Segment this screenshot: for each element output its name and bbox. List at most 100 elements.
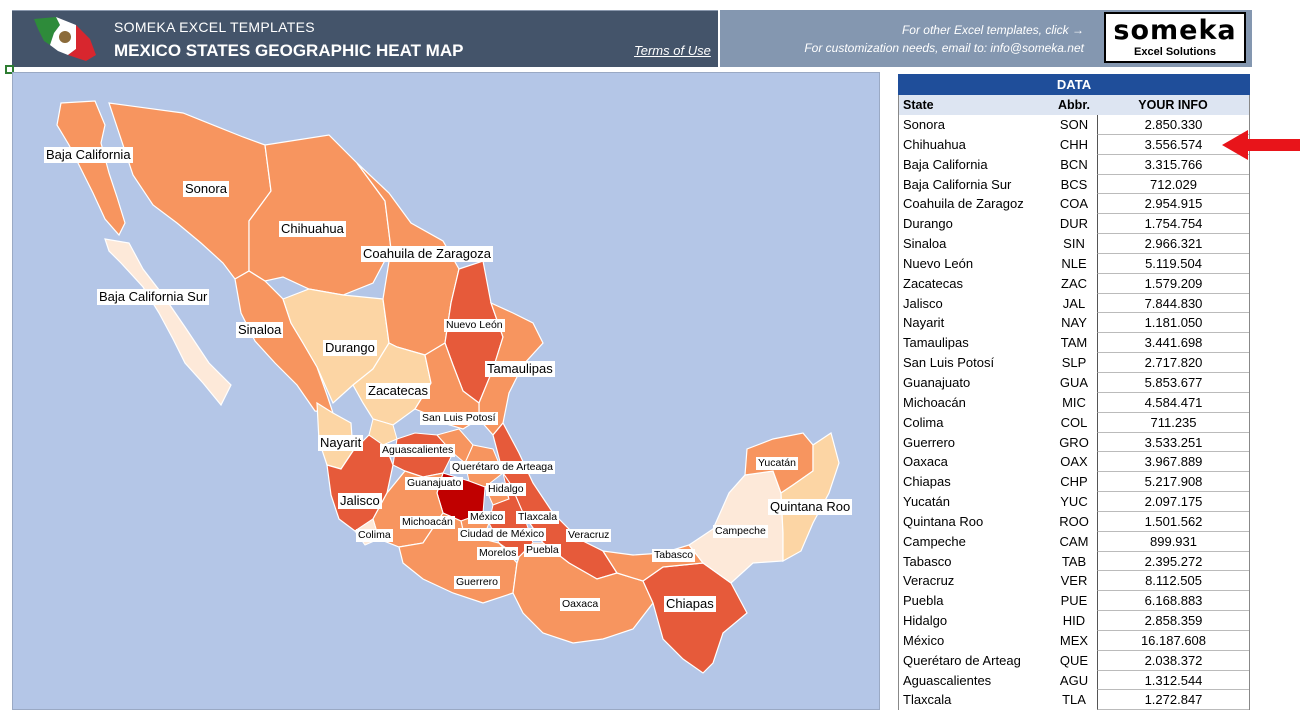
table-row: Puebla PUE 6.168.883 — [898, 591, 1250, 612]
abbr-cell: TLA — [1062, 692, 1086, 708]
abbr-cell: COL — [1060, 414, 1088, 430]
your-info-cell[interactable]: 2.858.359 — [1097, 611, 1249, 631]
map-label-quintana-roo: Quintana Roo — [768, 499, 853, 515]
state-cell: Nuevo León — [903, 255, 974, 271]
your-info-cell[interactable]: 899.931 — [1097, 531, 1249, 552]
table-row: Durango DUR 1.754.754 — [898, 214, 1250, 235]
other-templates-link[interactable]: For other Excel templates, click → — [902, 23, 1084, 37]
your-info-cell[interactable]: 2.966.321 — [1097, 234, 1249, 254]
page-title: MEXICO STATES GEOGRAPHIC HEAT MAP — [114, 41, 464, 60]
state-cell: Sonora — [903, 117, 945, 132]
abbr-cell: SLP — [1061, 355, 1087, 371]
your-info-cell[interactable]: 1.312.544 — [1097, 670, 1249, 691]
table-row: Chihuahua CHH 3.556.574 — [898, 134, 1250, 155]
your-info-cell[interactable]: 7.844.830 — [1097, 293, 1249, 314]
map-label-durango: Durango — [323, 340, 377, 356]
your-info-cell[interactable]: 2.717.820 — [1097, 353, 1249, 373]
your-info-cell[interactable]: 2.038.372 — [1097, 650, 1249, 671]
your-info-cell[interactable]: 1.272.847 — [1097, 690, 1249, 711]
logo-wordmark: someka — [1113, 15, 1237, 46]
data-table-title: DATA — [898, 74, 1250, 95]
state-cell: Nayarit — [903, 315, 945, 331]
table-row: Oaxaca OAX 3.967.889 — [898, 452, 1250, 473]
state-cell: Chiapas — [903, 474, 951, 490]
state-cell: San Luis Potosí — [903, 355, 995, 371]
your-info-cell[interactable]: 5.853.677 — [1097, 372, 1249, 393]
state-cell: Sinaloa — [903, 236, 947, 252]
your-info-cell[interactable]: 16.187.608 — [1097, 630, 1249, 651]
abbr-cell: TAM — [1060, 335, 1088, 351]
state-cell: Colima — [903, 414, 944, 430]
your-info-cell[interactable]: 5.217.908 — [1097, 472, 1249, 493]
table-row: Michoacán MIC 4.584.471 — [898, 392, 1250, 413]
your-info-cell[interactable]: 2.395.272 — [1097, 551, 1249, 572]
abbr-cell: TAB — [1061, 553, 1087, 569]
column-header-state: State — [903, 98, 934, 112]
state-cell: México — [903, 632, 945, 648]
abbr-cell: ZAC — [1061, 275, 1087, 291]
your-info-cell[interactable]: 6.168.883 — [1097, 591, 1249, 612]
your-info-cell[interactable]: 1.754.754 — [1097, 214, 1249, 235]
your-info-cell[interactable]: 3.533.251 — [1097, 432, 1249, 453]
your-info-cell[interactable]: 4.584.471 — [1097, 392, 1249, 413]
map-label-hidalgo: Hidalgo — [486, 483, 526, 496]
map-label-campeche: Campeche — [713, 525, 768, 538]
state-cell: Campeche — [903, 533, 966, 549]
map-label-sonora: Sonora — [183, 181, 229, 197]
map-label-sinaloa: Sinaloa — [236, 322, 284, 338]
your-info-cell[interactable]: 8.112.505 — [1097, 571, 1249, 592]
table-row: San Luis Potosí SLP 2.717.820 — [898, 353, 1250, 373]
your-info-cell[interactable]: 5.119.504 — [1097, 253, 1249, 274]
table-row: Aguascalientes AGU 1.312.544 — [898, 670, 1250, 691]
table-row: Chiapas CHP 5.217.908 — [898, 472, 1250, 493]
state-shape-bcs — [104, 238, 232, 407]
table-row: Quintana Roo ROO 1.501.562 — [898, 511, 1250, 532]
your-info-cell[interactable]: 3.967.889 — [1097, 452, 1249, 473]
abbr-cell: BCS — [1060, 176, 1088, 192]
logo-tagline: Excel Solutions — [1134, 46, 1216, 58]
abbr-cell: DUR — [1059, 216, 1089, 232]
table-row: Coahuila de Zaragoz COA 2.954.915 — [898, 194, 1250, 215]
someka-logo[interactable]: someka Excel Solutions — [1104, 12, 1246, 63]
state-cell: Hidalgo — [903, 613, 948, 629]
abbr-cell: CHH — [1059, 136, 1089, 152]
abbr-cell: NLE — [1061, 255, 1087, 271]
map-label-queretaro: Querétaro de Arteaga — [450, 461, 555, 474]
state-cell: Michoacán — [903, 394, 966, 410]
state-cell: Oaxaca — [903, 454, 948, 470]
table-row: Tlaxcala TLA 1.272.847 — [898, 690, 1250, 711]
map-label-oaxaca: Oaxaca — [560, 598, 601, 611]
state-cell: Durango — [903, 216, 953, 232]
table-row: Guerrero GRO 3.533.251 — [898, 432, 1250, 453]
map-label-guanajuato: Guanajuato — [405, 477, 464, 490]
your-info-cell[interactable]: 1.579.209 — [1097, 273, 1249, 294]
map-label-coahuila: Coahuila de Zaragoza — [361, 246, 493, 262]
terms-of-use-link[interactable]: Terms of Use — [634, 43, 711, 58]
your-info-cell[interactable]: 3.441.698 — [1097, 333, 1249, 354]
state-cell: Tabasco — [903, 553, 952, 569]
table-row: Nuevo León NLE 5.119.504 — [898, 253, 1250, 274]
state-cell: Veracruz — [903, 573, 955, 589]
abbr-cell: JAL — [1062, 295, 1086, 311]
column-header-abbr: Abbr. — [1058, 98, 1090, 112]
map-label-chihuahua: Chihuahua — [279, 221, 346, 237]
map-label-morelos: Morelos — [477, 547, 519, 560]
your-info-cell[interactable]: 2.097.175 — [1097, 492, 1249, 512]
your-info-cell[interactable]: 712.029 — [1097, 174, 1249, 195]
your-info-cell[interactable]: 1.501.562 — [1097, 511, 1249, 532]
map-label-ciudad-de-mexico: Ciudad de México — [458, 528, 547, 541]
table-row: Veracruz VER 8.112.505 — [898, 571, 1250, 592]
your-info-cell[interactable]: 711.235 — [1097, 412, 1249, 433]
table-row: Nayarit NAY 1.181.050 — [898, 313, 1250, 334]
table-row: Zacatecas ZAC 1.579.209 — [898, 273, 1250, 294]
your-info-cell[interactable]: 2.954.915 — [1097, 194, 1249, 215]
abbr-cell: BCN — [1060, 156, 1088, 172]
spreadsheet-window: SOMEKA EXCEL TEMPLATES MEXICO STATES GEO… — [0, 0, 1304, 718]
your-info-cell[interactable]: 1.181.050 — [1097, 313, 1249, 334]
brand-subtitle: SOMEKA EXCEL TEMPLATES — [114, 19, 315, 35]
state-cell: Quintana Roo — [903, 513, 984, 529]
table-row: Jalisco JAL 7.844.830 — [898, 293, 1250, 314]
state-cell: Zacatecas — [903, 275, 963, 291]
abbr-cell: OAX — [1060, 454, 1088, 470]
state-cell: Yucatán — [903, 494, 950, 510]
